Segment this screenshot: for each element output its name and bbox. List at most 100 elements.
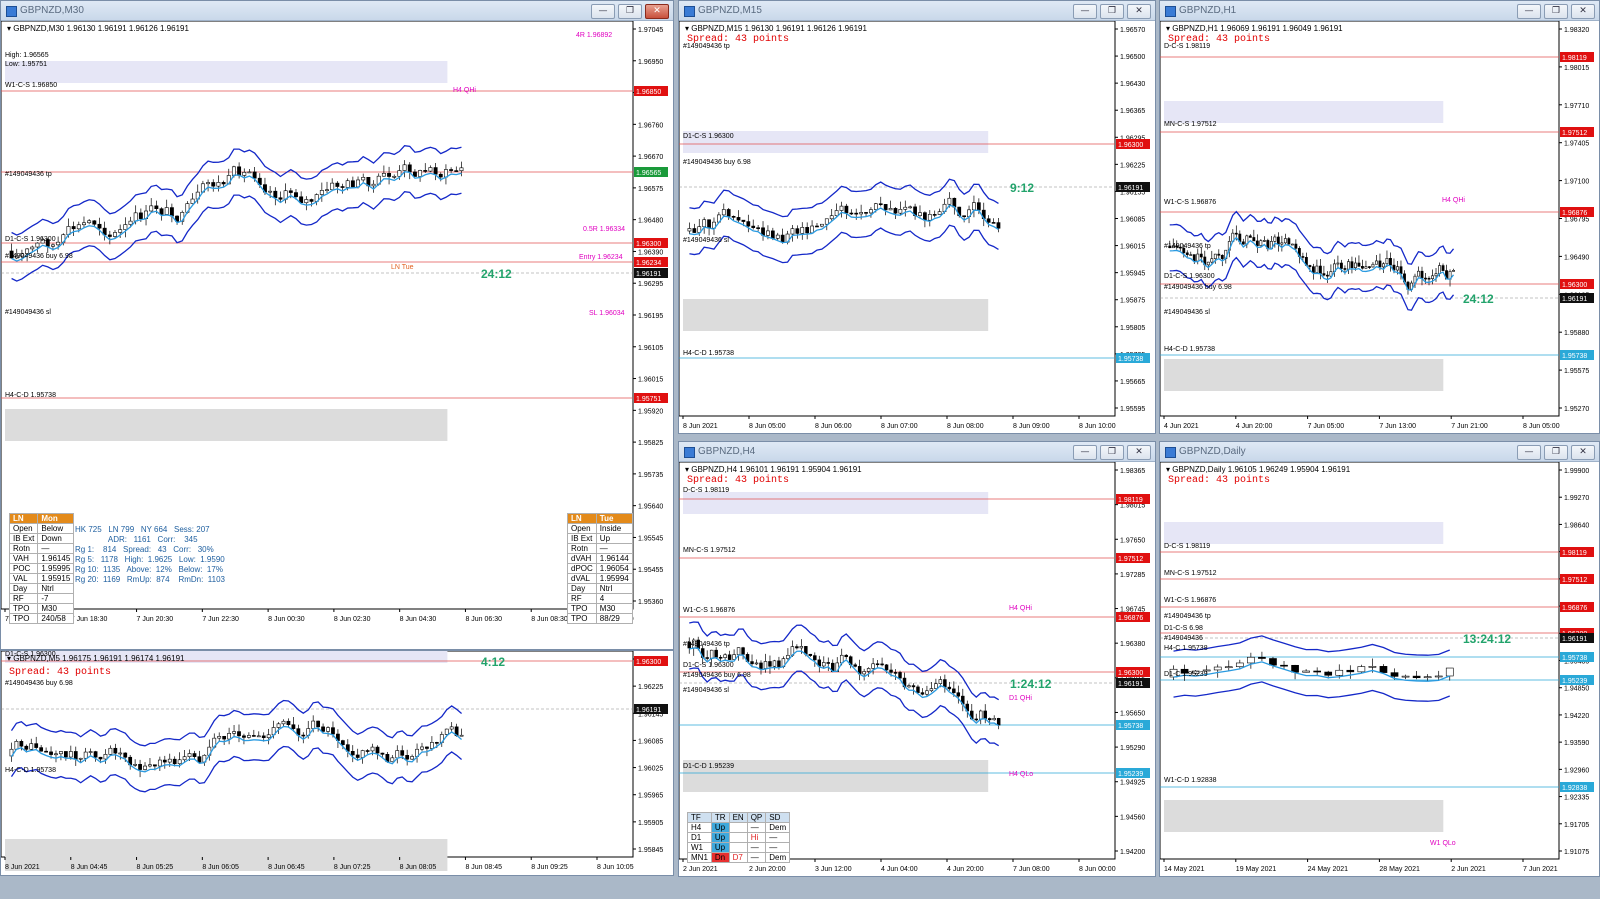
- table-row: Rotn —: [8, 543, 75, 554]
- candle-body: [1217, 253, 1221, 256]
- candle-body: [242, 172, 247, 176]
- price-tag-label: 1.96565: [636, 170, 661, 177]
- level-label: LN Tue: [391, 264, 414, 271]
- chart-area[interactable]: 1.96570 1.96500 1.96430 1.96365 1.96295 1.962…: [679, 21, 1155, 433]
- table-cell: IB Ext: [567, 533, 597, 544]
- table-cell: [728, 842, 748, 853]
- candle-body: [227, 733, 231, 740]
- candle-body: [438, 173, 443, 178]
- chart-window-m15[interactable]: GBPNZD,M15 — ❐ ✕ 1.96570 1.96500 1.96430 1.96…: [678, 0, 1156, 434]
- candle-body: [1412, 675, 1421, 679]
- candle-body: [736, 217, 741, 221]
- restore-button[interactable]: ❐: [618, 4, 642, 19]
- candle-body: [381, 173, 386, 177]
- candle-body: [316, 720, 321, 728]
- close-button[interactable]: ✕: [645, 4, 669, 19]
- close-button[interactable]: ✕: [1571, 4, 1595, 19]
- x-tick-label: 8 Jun 00:30: [268, 616, 305, 623]
- table-cell: 88/29: [595, 613, 633, 624]
- spread-label: Spread: 43 points: [687, 475, 790, 486]
- candle-body: [756, 227, 760, 229]
- chart-area[interactable]: 1.962851.962251.961451.960851.960251.959…: [1, 651, 673, 875]
- restore-button[interactable]: ❐: [1100, 4, 1124, 19]
- demand-zone: [1164, 800, 1444, 832]
- window-title: GBPNZD,M15: [698, 5, 762, 16]
- window-titlebar[interactable]: GBPNZD,Daily — ❐ ✕: [1160, 442, 1599, 462]
- y-tick-label: 1.95455: [638, 567, 663, 574]
- candle-body: [325, 189, 329, 192]
- candle-body: [1280, 664, 1288, 667]
- candle-body: [790, 228, 795, 235]
- minimize-button[interactable]: —: [1073, 445, 1097, 460]
- minimize-button[interactable]: —: [1073, 4, 1097, 19]
- chart-svg[interactable]: 1.98320 1.98015 1.97710 1.97405 1.97100 1.967…: [1160, 21, 1599, 433]
- window-titlebar[interactable]: GBPNZD,H1 — ❐ ✕: [1160, 1, 1599, 21]
- restore-button[interactable]: ❐: [1544, 445, 1568, 460]
- restore-button[interactable]: ❐: [1544, 4, 1568, 19]
- minimize-button[interactable]: —: [591, 4, 615, 19]
- candle-body: [862, 671, 866, 675]
- candle-body: [709, 649, 714, 659]
- table-row: Open Below: [8, 523, 75, 534]
- close-button[interactable]: ✕: [1127, 4, 1151, 19]
- y-tick-label: 1.96760: [638, 122, 663, 129]
- level-label: D-C-S 1.98119: [683, 487, 729, 494]
- level-label: #149049436 tp: [1164, 243, 1211, 250]
- candle-body: [934, 683, 938, 689]
- candle-body: [211, 182, 216, 187]
- chart-window-daily[interactable]: GBPNZD,Daily — ❐ ✕ 1.99900 1.99270 1.98640 1.…: [1159, 441, 1600, 877]
- chart-window-m30[interactable]: GBPNZD,M30 —❐✕ 1.970451.969501.968501.96…: [0, 0, 674, 650]
- chart-area[interactable]: 1.98320 1.98015 1.97710 1.97405 1.97100 1.967…: [1160, 21, 1599, 433]
- minimize-button[interactable]: —: [1517, 4, 1541, 19]
- market-profile-table: LN Tue Open Inside IB Ext Up Rotn — dVAH 1.96144 d…: [567, 513, 633, 624]
- chart-area[interactable]: 1.999001.992701.986401.980051.973751.967…: [1160, 462, 1599, 876]
- x-tick-label: 4 Jun 20:00: [1236, 423, 1273, 430]
- table-row: POC 1.95995: [8, 563, 75, 574]
- candle-body: [107, 234, 112, 237]
- chart-area[interactable]: 1.97045 1.96950 1.96850 1.96760 1.96670 1.965…: [1, 21, 673, 649]
- x-tick-label: 7 Jun 08:00: [1013, 866, 1050, 873]
- chart-svg[interactable]: 1.999001.992701.986401.980051.973751.967…: [1160, 462, 1599, 876]
- candle-body: [888, 208, 893, 211]
- candle-body: [428, 167, 433, 172]
- table-row: TPO 240/58: [8, 613, 75, 624]
- candle-body: [746, 221, 751, 227]
- window-titlebar[interactable]: GBPNZD,M15 — ❐ ✕: [679, 1, 1155, 21]
- chart-svg[interactable]: 1.962851.962251.961451.960851.960251.959…: [1, 651, 673, 875]
- candle-body: [97, 223, 102, 229]
- close-button[interactable]: ✕: [1571, 445, 1595, 460]
- y-tick-label: 1.94850: [1564, 686, 1589, 693]
- candle-body: [273, 190, 278, 199]
- minimize-button[interactable]: —: [1517, 445, 1541, 460]
- chart-window-h4[interactable]: GBPNZD,H4 — ❐ ✕ 1.98365 1.98015 1.97650 1.972…: [678, 441, 1156, 877]
- chart-area[interactable]: 1.98365 1.98015 1.97650 1.97285 1.96745 1.963…: [679, 462, 1155, 876]
- table-cell: H4: [687, 822, 712, 833]
- table-cell: TPO: [8, 613, 39, 624]
- chart-svg[interactable]: 1.965701.965001.964301.963651.962951.962…: [679, 21, 1155, 433]
- close-button[interactable]: ✕: [1127, 445, 1151, 460]
- y-tick-label: 1.96380: [1120, 641, 1145, 648]
- candle-body: [883, 204, 888, 211]
- window-titlebar[interactable]: GBPNZD,M30 — ❐ ✕: [1, 1, 673, 21]
- table-cell: —: [595, 543, 633, 554]
- market-profile-table: LN Mon Open Below IB Ext Down Rotn — VAH 1.96145 P…: [8, 513, 75, 624]
- candle-body: [937, 211, 942, 215]
- table-cell: Day: [8, 583, 39, 594]
- chart-window-m5[interactable]: 1.962851.962251.961451.960851.960251.959…: [0, 650, 674, 876]
- candle-body: [884, 664, 889, 671]
- x-tick-label: 8 Jun 07:00: [881, 423, 918, 430]
- price-tag-label: 1.96191: [1118, 681, 1143, 688]
- candle-body: [1420, 270, 1424, 279]
- chart-window-h1[interactable]: GBPNZD,H1 — ❐ ✕ 1.98320 1.98015 1.97710 1.974…: [1159, 0, 1600, 434]
- candle-body: [291, 724, 296, 729]
- y-tick-label: 1.98640: [1564, 522, 1589, 529]
- window-titlebar[interactable]: GBPNZD,H4 — ❐ ✕: [679, 442, 1155, 462]
- candle-body: [247, 171, 252, 174]
- x-tick-label: 7 Jun 13:00: [1379, 423, 1416, 430]
- candle-body: [231, 166, 236, 176]
- restore-button[interactable]: ❐: [1100, 445, 1124, 460]
- candle-body: [1252, 237, 1256, 242]
- table-header-cell: TR: [710, 812, 730, 823]
- candle-body: [192, 753, 197, 757]
- level-label: H4-C-D 1.95738: [1164, 346, 1215, 353]
